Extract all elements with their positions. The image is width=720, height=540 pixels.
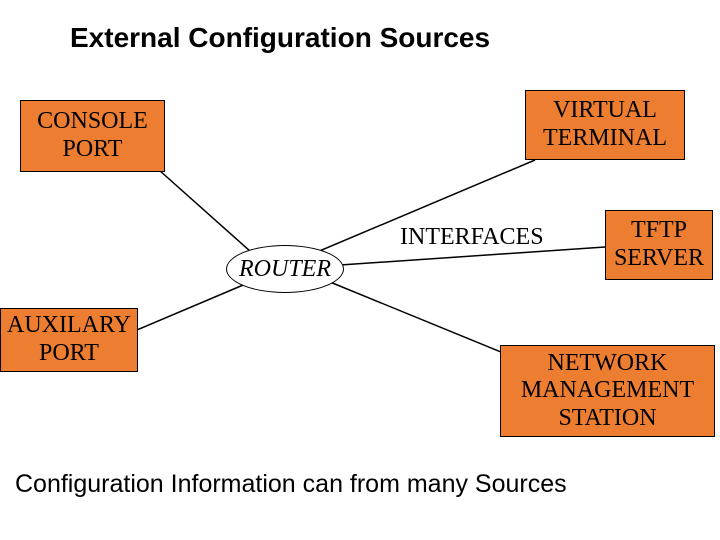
router-label: ROUTER	[239, 256, 331, 283]
box-tftp-server-label: TFTP SERVER	[612, 217, 706, 272]
box-network-management-station: NETWORK MANAGEMENT STATION	[500, 345, 715, 437]
box-tftp-server: TFTP SERVER	[605, 210, 713, 280]
box-auxilary-port-label: AUXILARY PORT	[7, 312, 131, 367]
diagram-title: External Configuration Sources	[70, 22, 490, 54]
box-virtual-terminal-label: VIRTUAL TERMINAL	[532, 97, 678, 152]
diagram-stage: External Configuration Sources CONSOLE P…	[0, 0, 720, 540]
router-ellipse: ROUTER	[226, 245, 344, 293]
box-console-port: CONSOLE PORT	[20, 100, 165, 172]
diagram-caption: Configuration Information can from many …	[15, 470, 567, 499]
box-nms-label: NETWORK MANAGEMENT STATION	[507, 350, 708, 433]
box-console-port-label: CONSOLE PORT	[27, 108, 158, 163]
box-auxilary-port: AUXILARY PORT	[0, 308, 138, 372]
interfaces-label: INTERFACES	[400, 224, 544, 251]
box-virtual-terminal: VIRTUAL TERMINAL	[525, 90, 685, 160]
